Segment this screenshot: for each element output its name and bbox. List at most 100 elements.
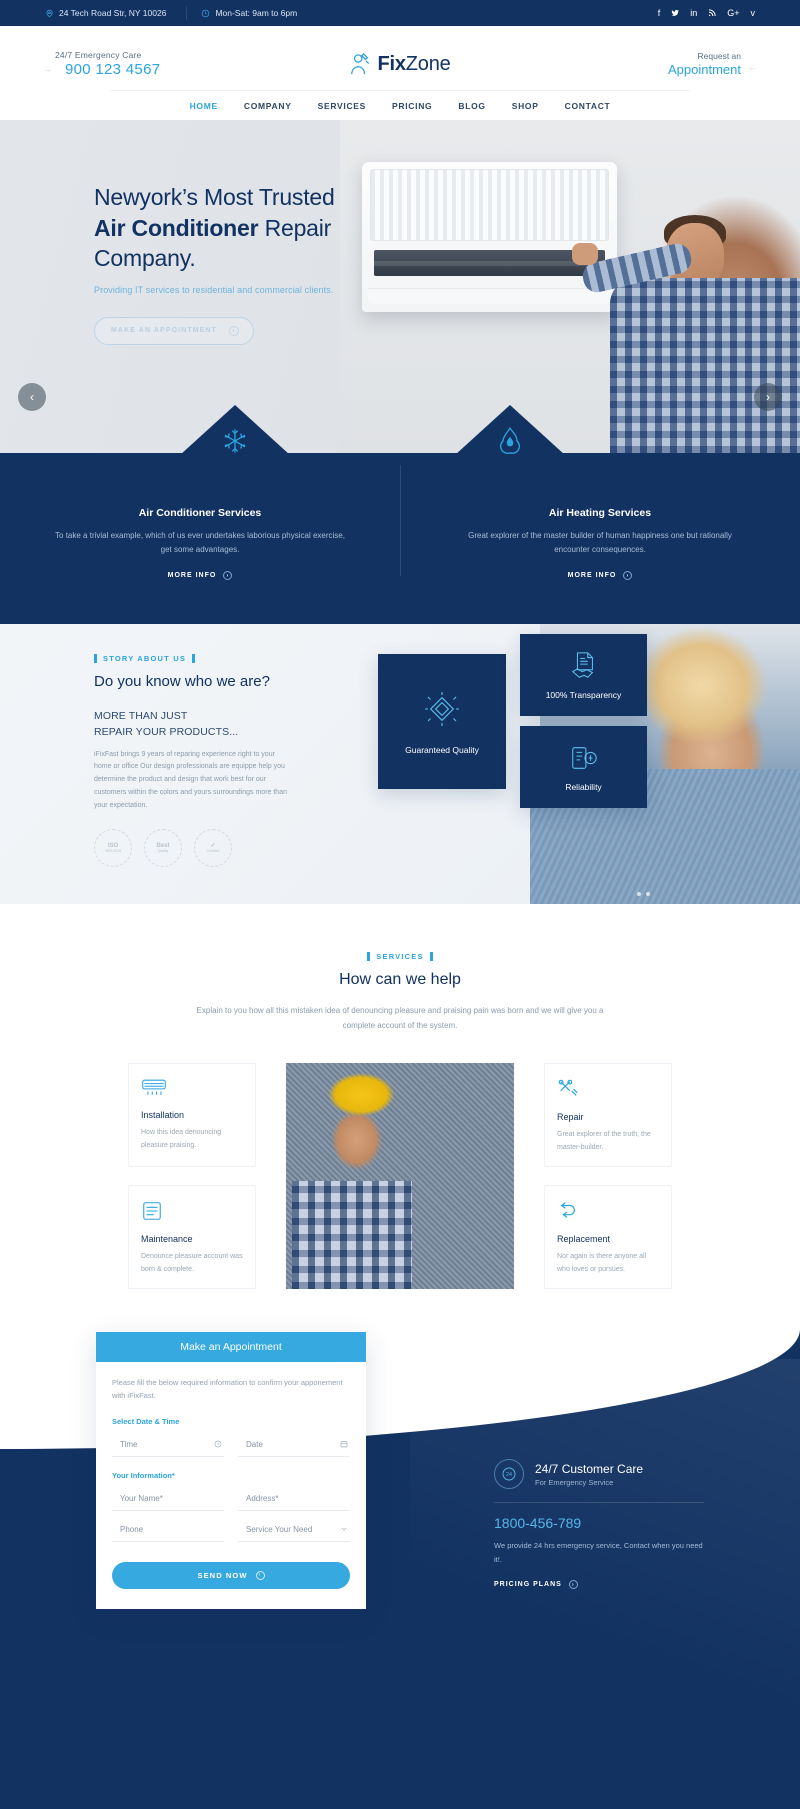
service-card-maintenance[interactable]: Maintenance Denounce pleasure account wa… [128, 1185, 256, 1290]
diamond-quality-icon [422, 689, 462, 729]
about-subheading-line2: REPAIR YOUR PRODUCTS... [94, 725, 239, 738]
service-card-title: Installation [141, 1110, 185, 1121]
arrow-right-icon: › [223, 571, 233, 580]
hero-title-after: Repair [258, 214, 332, 241]
calendar-icon [340, 1440, 348, 1448]
about-slider-dots[interactable] [637, 892, 650, 896]
service-text: To take a trivial example, which of us e… [55, 531, 345, 554]
slider-prev-button[interactable]: ‹ [18, 383, 46, 411]
vimeo-icon[interactable]: v [751, 8, 756, 18]
slider-dot[interactable] [637, 892, 641, 896]
address-input[interactable]: Address* [238, 1487, 350, 1511]
google-plus-icon[interactable]: G+ [727, 8, 739, 18]
facebook-icon[interactable]: f [658, 8, 661, 18]
phone-service-row: Phone Service Your Need [112, 1518, 350, 1542]
customer-care-description: We provide 24 hrs emergency service, Con… [494, 1541, 703, 1564]
site-header: → 24/7 Emergency Care 900 123 4567 FixZo… [0, 26, 800, 120]
quality-badge: Best Quality [144, 829, 182, 868]
pricing-plans-button[interactable]: PRICING PLANS › [494, 1580, 578, 1590]
services-section: SERVICES How can we help Explain to you … [0, 904, 800, 1330]
chevron-down-icon [340, 1525, 348, 1533]
service-card-title: Replacement [557, 1234, 611, 1245]
date-input[interactable]: Date [238, 1433, 350, 1457]
twitter-icon[interactable] [671, 9, 679, 17]
date-placeholder: Date [246, 1439, 263, 1449]
feature-card-transparency[interactable]: 100% Transparency [520, 634, 647, 716]
appointment-section: Make an Appointment Please fill the belo… [0, 1329, 800, 1809]
slider-next-button[interactable]: › [754, 383, 782, 411]
request-appointment-block[interactable]: ← Request an Appointment [668, 51, 757, 77]
request-label: Request an [697, 51, 741, 61]
header-row: → 24/7 Emergency Care 900 123 4567 FixZo… [43, 38, 757, 90]
nav-item-company[interactable]: COMPANY [244, 101, 292, 111]
about-subheading: MORE THAN JUST REPAIR YOUR PRODUCTS... [94, 709, 290, 741]
feature-card-guaranteed-quality[interactable]: Guaranteed Quality [378, 654, 506, 789]
more-info-button-ac[interactable]: MORE INFO › [168, 571, 233, 580]
request-appointment-link[interactable]: Appointment [668, 62, 741, 77]
customer-care-phone[interactable]: 1800-456-789 [494, 1515, 704, 1531]
ac-base [368, 288, 611, 304]
address-text: 24 Tech Road Str, NY 10026 [59, 8, 167, 18]
customer-care-divider [494, 1502, 704, 1504]
service-card-title: Maintenance [141, 1234, 193, 1245]
time-input[interactable]: Time [112, 1433, 224, 1457]
name-address-row: Your Name* Address* [112, 1487, 350, 1511]
nav-item-blog[interactable]: BLOG [458, 101, 485, 111]
maintenance-icon [141, 1200, 243, 1222]
feature-card-reliability[interactable]: Reliability [520, 726, 647, 808]
nav-item-pricing[interactable]: PRICING [392, 101, 432, 111]
linkedin-icon[interactable]: in [690, 8, 697, 18]
slider-dot[interactable] [646, 892, 650, 896]
phone-input[interactable]: Phone [112, 1518, 224, 1542]
hero-cta-button[interactable]: MAKE AN APPOINTMENT › [94, 316, 254, 345]
service-card-title: Repair [557, 1112, 584, 1123]
nav-item-home[interactable]: HOME [190, 101, 218, 111]
service-title: Air Heating Services [548, 507, 652, 519]
customer-care-subtitle: For Emergency Service [535, 1477, 614, 1487]
verified-badge: ✓ Certified [194, 829, 232, 868]
send-now-button[interactable]: SEND NOW › [112, 1561, 350, 1589]
header-right: ← Request an Appointment [451, 51, 757, 77]
service-card-installation[interactable]: Installation How this idea denouncing pl… [128, 1063, 256, 1168]
brand-logo[interactable]: FixZone [349, 52, 451, 76]
service-column-air-heating: Air Heating Services Great explorer of t… [400, 465, 800, 582]
map-pin-icon [45, 9, 54, 18]
phone-placeholder: Phone [120, 1524, 144, 1534]
emergency-phone[interactable]: 900 123 4567 [55, 61, 160, 78]
appointment-form: Make an Appointment Please fill the belo… [96, 1332, 366, 1609]
address-item: 24 Tech Road Str, NY 10026 [45, 8, 182, 18]
emergency-care-label: 24/7 Emergency Care [55, 50, 142, 60]
nav-item-contact[interactable]: CONTACT [565, 101, 611, 111]
ac-vent [374, 250, 605, 276]
service-card-replacement[interactable]: Replacement Nor again is there anyone al… [544, 1185, 672, 1290]
clock-icon [214, 1440, 222, 1448]
service-select[interactable]: Service Your Need [238, 1518, 350, 1542]
hero-title: Newyork’s Most Trusted Air Conditioner R… [94, 182, 360, 274]
service-card-repair[interactable]: Repair Great explorer of the truth, the … [544, 1063, 672, 1168]
feature-label: Guaranteed Quality [405, 744, 479, 755]
name-input[interactable]: Your Name* [112, 1487, 224, 1511]
services-lead: Explain to you how all this mistaken ide… [196, 1006, 604, 1031]
more-info-label: MORE INFO [167, 572, 217, 579]
customer-care-header: 24 24/7 Customer Care For Emergency Serv… [494, 1459, 704, 1490]
svg-text:24: 24 [506, 1472, 512, 1478]
hours-item: Mon-Sat: 9am to 6pm [201, 8, 313, 18]
send-now-label: SEND NOW [197, 1570, 248, 1580]
hero-title-line3: Company. [94, 245, 196, 272]
rss-icon[interactable] [708, 9, 716, 17]
more-info-button-heating[interactable]: MORE INFO › [568, 571, 633, 580]
nav-item-shop[interactable]: SHOP [512, 101, 539, 111]
nav-item-services[interactable]: SERVICES [318, 101, 366, 111]
customer-care-block: 24 24/7 Customer Care For Emergency Serv… [494, 1459, 704, 1591]
arrow-right-icon: › [255, 1570, 265, 1580]
hero-title-strong: Air Conditioner [94, 214, 259, 241]
about-subheading-line1: MORE THAN JUST [94, 710, 188, 722]
replacement-icon [557, 1200, 659, 1222]
service-text: Great explorer of the master builder of … [468, 531, 732, 554]
page-root: 24 Tech Road Str, NY 10026 Mon-Sat: 9am … [0, 0, 800, 1809]
hours-text: Mon-Sat: 9am to 6pm [215, 8, 298, 18]
date-time-group-label: Select Date & Time [112, 1416, 180, 1426]
services-heading: How can we help [339, 971, 461, 988]
emergency-care-block[interactable]: → 24/7 Emergency Care 900 123 4567 [43, 50, 160, 78]
service-banner: Air Conditioner Services To take a trivi… [0, 405, 800, 624]
